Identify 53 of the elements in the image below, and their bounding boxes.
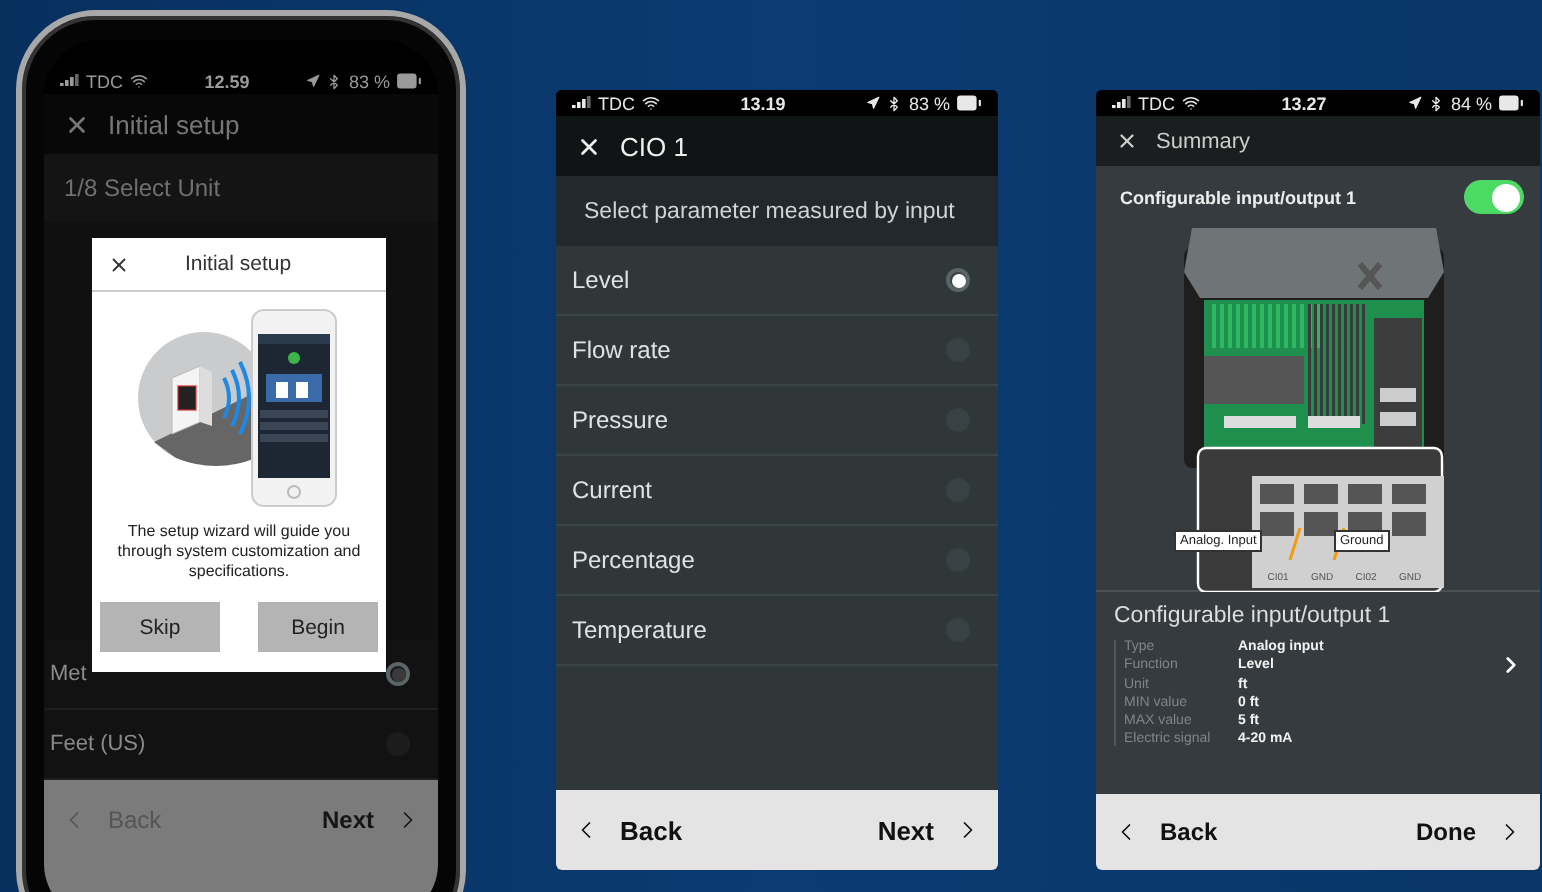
location-icon xyxy=(306,74,321,88)
bluetooth-icon xyxy=(886,95,903,111)
dialog-message: The setup wizard will guide you through system customization and specifications. xyxy=(115,522,363,582)
parameter-option[interactable]: Temperature xyxy=(556,596,998,666)
wifi-icon xyxy=(641,94,659,112)
toggle-switch[interactable] xyxy=(1464,180,1524,214)
parameter-option[interactable]: Level xyxy=(556,246,998,316)
toggle-label: Configurable input/output 1 xyxy=(1120,187,1356,207)
begin-button[interactable]: Begin xyxy=(258,602,378,652)
carrier-name: TDC xyxy=(1138,93,1175,113)
battery-percent: 83 % xyxy=(908,93,950,113)
radio-button[interactable] xyxy=(946,268,970,292)
signal-icon xyxy=(60,74,80,88)
back-button[interactable]: Back xyxy=(1104,814,1226,850)
location-icon xyxy=(866,96,881,110)
close-icon[interactable] xyxy=(576,133,602,159)
wifi-icon xyxy=(1181,94,1199,112)
close-icon[interactable] xyxy=(108,253,130,275)
battery-icon xyxy=(955,90,982,116)
next-button[interactable]: Next xyxy=(869,811,990,849)
signal-icon xyxy=(1112,96,1132,110)
location-icon xyxy=(1408,96,1423,110)
next-button[interactable]: Next xyxy=(313,802,430,838)
radio-button[interactable] xyxy=(386,662,410,686)
next-button[interactable]: Done xyxy=(1408,814,1532,850)
screen-title: Initial setup xyxy=(108,109,240,139)
parameter-option[interactable]: Flow rate xyxy=(556,316,998,386)
screen-title: Summary xyxy=(1156,129,1251,153)
wifi-icon xyxy=(129,72,147,90)
close-icon[interactable] xyxy=(1116,130,1138,152)
dialog-title: Initial setup xyxy=(182,252,294,276)
signal-icon xyxy=(572,96,592,110)
back-button[interactable]: Back xyxy=(564,811,691,849)
battery-percent: 84 % xyxy=(1450,93,1492,113)
carrier-name: TDC xyxy=(86,71,123,91)
parameter-option[interactable]: Pressure xyxy=(556,386,998,456)
prompt-text: Select parameter measured by input xyxy=(584,199,955,223)
carrier-name: TDC xyxy=(598,93,635,113)
parameter-option[interactable]: Current xyxy=(556,456,998,526)
skip-button[interactable]: Skip xyxy=(100,602,220,652)
battery-icon xyxy=(1497,90,1524,116)
bluetooth-icon xyxy=(1428,95,1445,111)
battery-percent: 83 % xyxy=(348,71,390,91)
unit-option[interactable]: Feet (US) xyxy=(44,710,438,780)
status-time: 13.27 xyxy=(1281,93,1327,113)
parameter-option[interactable]: Percentage xyxy=(556,526,998,596)
status-time: 12.59 xyxy=(204,71,250,91)
bluetooth-icon xyxy=(326,73,343,89)
screen-title: CIO 1 xyxy=(620,131,688,161)
battery-icon xyxy=(395,68,422,94)
status-time: 13.19 xyxy=(740,93,786,113)
step-label: 1/8 Select Unit xyxy=(64,174,221,202)
section-title: Configurable input/output 1 xyxy=(1114,604,1393,628)
